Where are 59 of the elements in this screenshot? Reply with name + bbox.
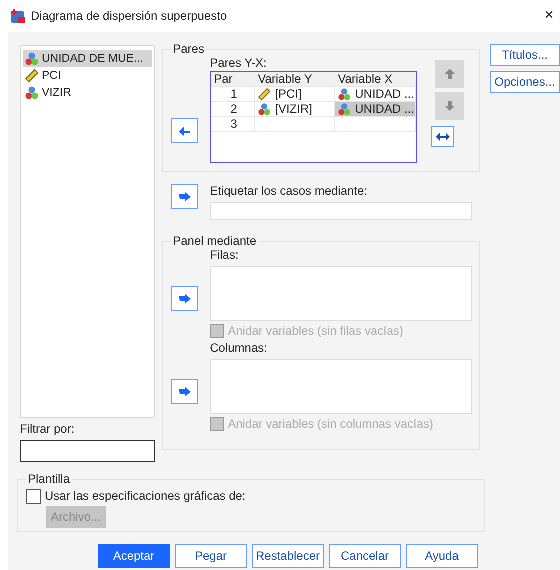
rows-label: Filas: [210, 248, 240, 263]
nominal-icon [25, 52, 39, 66]
move-button[interactable] [171, 118, 198, 143]
checkbox-label: Anidar variables (sin filas vacías) [228, 324, 404, 338]
filter-field[interactable] [20, 440, 156, 462]
dialog-button[interactable]: Pegar [175, 544, 247, 568]
column-header: Variable X [337, 72, 394, 86]
side-button[interactable]: Títulos... [490, 44, 560, 66]
move-button[interactable] [171, 379, 198, 404]
close-button[interactable]: × [544, 7, 554, 25]
nominal-icon [338, 102, 352, 116]
back-arrow-icon [178, 126, 191, 136]
right-arrow-icon [178, 386, 191, 396]
cell-text: [PCI] [275, 87, 302, 101]
dialog-button[interactable]: Cancelar [329, 544, 401, 568]
cell-text: UNIDAD ... [355, 102, 414, 116]
label-cases-field[interactable] [210, 202, 472, 220]
up-arrow-icon [444, 69, 455, 79]
cell-text: UNIDAD ... [355, 87, 414, 101]
move-button[interactable] [171, 286, 198, 311]
table-cell[interactable]: UNIDAD ... [335, 87, 416, 101]
down-arrow-icon [444, 101, 455, 111]
side-button[interactable]: Opciones... [490, 71, 560, 93]
table-cell: 2 [211, 102, 256, 116]
window-title: Diagrama de dispersión superpuesto [31, 9, 228, 23]
dialog-button[interactable]: Aceptar [98, 544, 170, 568]
swap-arrow-icon [436, 132, 450, 140]
table-cell[interactable]: [PCI] [255, 87, 336, 101]
dialog-button[interactable]: Ayuda [406, 544, 478, 568]
app-icon [10, 8, 26, 24]
column-header: Variable Y [257, 72, 314, 86]
checkbox[interactable] [26, 488, 41, 504]
dialog-button[interactable]: Restablecer [252, 544, 324, 568]
table-cell[interactable]: UNIDAD ... [335, 102, 416, 116]
group-title: Plantilla [27, 472, 72, 486]
rows-field[interactable] [210, 266, 472, 321]
nominal-icon [338, 88, 352, 100]
table-cell: 1 [211, 87, 256, 101]
label-cases-label: Etiquetar los casos mediante: [210, 184, 369, 199]
column-header: Par [213, 72, 234, 86]
checkbox-label: Anidar variables (sin columnas vacías) [228, 417, 434, 431]
table-cell: 3 [211, 117, 256, 131]
swap-button[interactable] [431, 126, 454, 147]
group-title: Panel mediante [172, 234, 258, 248]
variable-item[interactable]: PCI [23, 67, 152, 84]
columns-label: Columnas: [210, 341, 268, 356]
right-arrow-icon [178, 294, 191, 304]
pairs-label: Pares Y-X: [210, 56, 268, 71]
move-button[interactable] [171, 184, 198, 209]
checkbox-label: Usar las especificaciones gráficas de: [45, 489, 246, 503]
variable-item[interactable]: VIZIR [23, 84, 152, 101]
cell-text: [VIZIR] [275, 102, 312, 116]
columns-field[interactable] [210, 359, 472, 414]
right-arrow-icon [178, 192, 191, 202]
variable-item[interactable]: UNIDAD DE MUE... [23, 50, 152, 67]
nominal-icon [258, 102, 272, 116]
filter-label: Filtrar por: [20, 422, 76, 437]
nominal-icon [25, 86, 39, 100]
group-title: Pares [172, 42, 206, 56]
